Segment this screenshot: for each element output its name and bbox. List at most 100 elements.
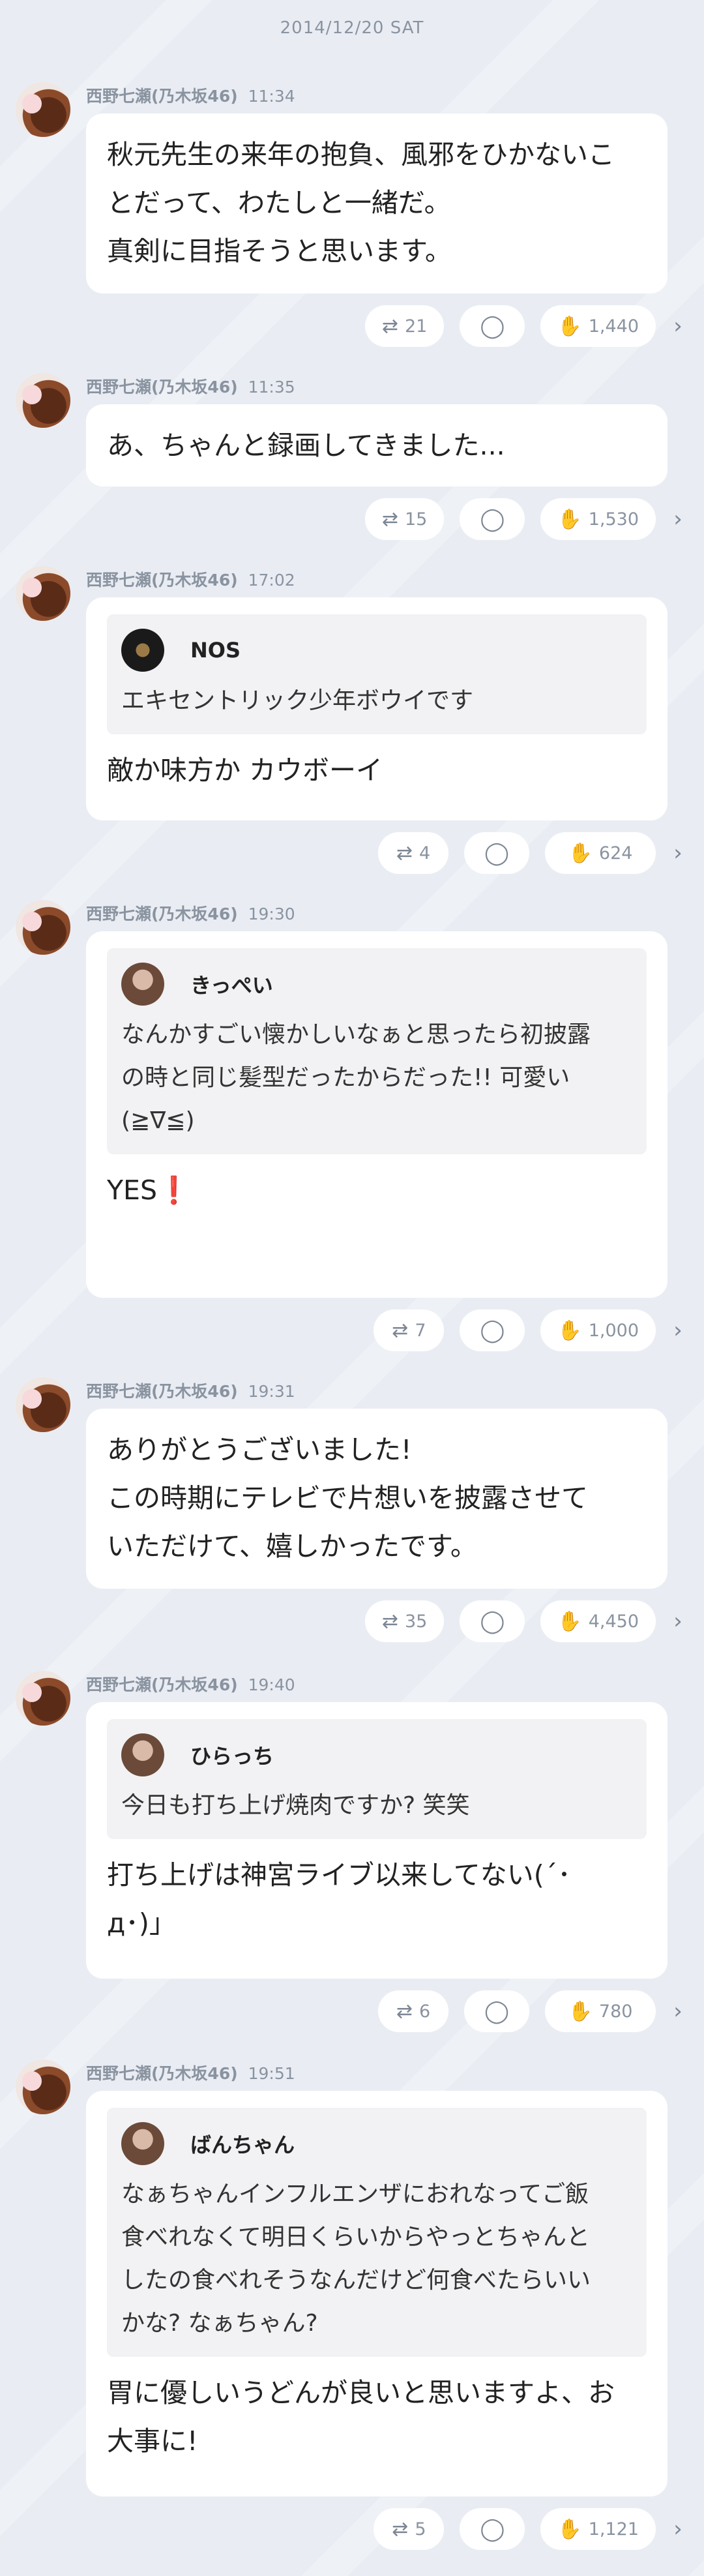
message-bubble[interactable]: きっぺい なんかすごい懐かしいなぁと思ったら初披露 の時と同じ髪型だったからだっ…: [86, 931, 667, 1298]
retweet-button[interactable]: ⇄ 7: [374, 1310, 445, 1351]
quoted-reply[interactable]: ばんちゃん なぁちゃんインフルエンザにおれなってご飯 食べれなくて明日くらいから…: [107, 2108, 647, 2357]
quote-author: ばんちゃん: [190, 2133, 295, 2157]
post-meta: 西野七瀬(乃木坂46) 17:02: [86, 567, 295, 591]
comment-button[interactable]: ◯: [460, 305, 525, 347]
retweet-button[interactable]: ⇄ 15: [364, 498, 445, 540]
retweet-button[interactable]: ⇄ 6: [378, 1990, 448, 2032]
retweet-icon: ⇄: [381, 1610, 398, 1633]
post-time: 11:35: [248, 378, 295, 397]
comment-button[interactable]: ◯: [464, 1990, 529, 2032]
avatar[interactable]: [16, 82, 70, 137]
post-time: 19:40: [248, 1675, 295, 1694]
post-time: 11:34: [248, 87, 295, 106]
message-text: 胃に優しいうどんが良いと思いますよ、お 大事に!: [107, 2377, 615, 2457]
retweet-count: 15: [404, 509, 428, 530]
quoted-reply[interactable]: きっぺい なんかすごい懐かしいなぁと思ったら初披露 の時と同じ髪型だったからだっ…: [107, 948, 647, 1154]
comment-bubble-icon: ◯: [480, 506, 505, 532]
quote-text: 今日も打ち上げ焼肉ですか? 笑笑: [121, 1792, 470, 1819]
chevron-right-icon[interactable]: ›: [671, 2516, 684, 2542]
quote-avatar: [121, 963, 164, 1006]
comment-button[interactable]: ◯: [460, 1310, 525, 1351]
post-meta: 西野七瀬(乃木坂46) 11:35: [86, 374, 295, 398]
quote-author: NOS: [190, 638, 241, 663]
action-bar: ⇄ 6 ◯ ✋ 780 ›: [378, 1989, 684, 2033]
clap-button[interactable]: ✋ 780: [545, 1990, 656, 2032]
clap-hand-icon: ✋: [557, 2517, 582, 2541]
action-bar: ⇄ 5 ◯ ✋ 1,121 ›: [374, 2507, 684, 2551]
message-bubble[interactable]: ひらっち 今日も打ち上げ焼肉ですか? 笑笑 打ち上げは神宮ライブ以来してない(´…: [86, 1702, 667, 1979]
retweet-button[interactable]: ⇄ 21: [364, 305, 445, 347]
comment-bubble-icon: ◯: [480, 1317, 505, 1343]
chevron-right-icon[interactable]: ›: [671, 1998, 684, 2024]
clap-button[interactable]: ✋ 1,000: [540, 1310, 656, 1351]
message-text: YES❗️: [107, 1175, 191, 1206]
clap-hand-icon: ✋: [568, 841, 593, 865]
chevron-right-icon[interactable]: ›: [671, 1317, 684, 1343]
clap-count: 1,530: [588, 509, 639, 530]
quote-avatar: [121, 1733, 164, 1776]
clap-button[interactable]: ✋ 1,121: [540, 2508, 656, 2550]
avatar[interactable]: [16, 900, 70, 955]
retweet-icon: ⇄: [392, 2517, 409, 2541]
clap-hand-icon: ✋: [557, 314, 582, 338]
quote-header: きっぺい: [121, 961, 632, 1007]
action-bar: ⇄ 21 ◯ ✋ 1,440 ›: [364, 304, 684, 348]
clap-hand-icon: ✋: [568, 1999, 593, 2023]
message-bubble[interactable]: ばんちゃん なぁちゃんインフルエンザにおれなってご飯 食べれなくて明日くらいから…: [86, 2091, 667, 2496]
retweet-icon: ⇄: [396, 1999, 413, 2023]
avatar[interactable]: [16, 1377, 70, 1432]
chevron-right-icon[interactable]: ›: [671, 840, 684, 866]
chevron-right-icon[interactable]: ›: [671, 506, 684, 532]
retweet-icon: ⇄: [396, 841, 413, 865]
clap-count: 624: [598, 843, 633, 863]
quote-author: ひらっち: [190, 1744, 274, 1769]
message-text: 秋元先生の来年の抱負、風邪をひかないこ とだって、わたしと一緒だ。 真剣に目指そ…: [107, 139, 615, 267]
post-meta: 西野七瀬(乃木坂46) 19:51: [86, 2061, 295, 2084]
avatar[interactable]: [16, 2059, 70, 2114]
retweet-icon: ⇄: [392, 1319, 409, 1342]
message-text: 敵か味方か カウボーイ: [107, 755, 383, 786]
retweet-count: 21: [404, 316, 428, 337]
retweet-button[interactable]: ⇄ 35: [364, 1600, 445, 1642]
avatar[interactable]: [16, 373, 70, 428]
post-meta: 西野七瀬(乃木坂46) 19:40: [86, 1672, 295, 1696]
action-bar: ⇄ 35 ◯ ✋ 4,450 ›: [364, 1599, 684, 1643]
quoted-reply[interactable]: NOS エキセントリック少年ボウイです: [107, 614, 647, 734]
retweet-button[interactable]: ⇄ 4: [378, 832, 448, 874]
clap-button[interactable]: ✋ 4,450: [540, 1600, 656, 1642]
comment-button[interactable]: ◯: [460, 498, 525, 540]
comment-button[interactable]: ◯: [460, 2508, 525, 2550]
quote-avatar: [121, 629, 164, 672]
comment-button[interactable]: ◯: [464, 832, 529, 874]
clap-button[interactable]: ✋ 1,530: [540, 498, 656, 540]
message-bubble[interactable]: あ、ちゃんと録画してきました...: [86, 404, 667, 487]
post-time: 19:31: [248, 1382, 295, 1401]
message-bubble[interactable]: NOS エキセントリック少年ボウイです 敵か味方か カウボーイ: [86, 597, 667, 820]
avatar[interactable]: [16, 1671, 70, 1726]
retweet-count: 6: [418, 2001, 431, 2022]
message-bubble[interactable]: 秋元先生の来年の抱負、風邪をひかないこ とだって、わたしと一緒だ。 真剣に目指そ…: [86, 113, 667, 293]
author-name: 西野七瀬(乃木坂46): [86, 571, 238, 590]
message-text: 打ち上げは神宮ライブ以来してない(´･ д･)」: [107, 1859, 571, 1939]
clap-button[interactable]: ✋ 1,440: [540, 305, 656, 347]
clap-count: 4,450: [588, 1611, 639, 1632]
clap-hand-icon: ✋: [557, 1610, 582, 1633]
chevron-right-icon[interactable]: ›: [671, 1608, 684, 1634]
quote-author: きっぺい: [190, 973, 273, 998]
comment-bubble-icon: ◯: [484, 1998, 510, 2024]
quote-header: ひらっち: [121, 1732, 632, 1778]
clap-button[interactable]: ✋ 624: [545, 832, 656, 874]
retweet-button[interactable]: ⇄ 5: [374, 2508, 445, 2550]
avatar[interactable]: [16, 566, 70, 621]
author-name: 西野七瀬(乃木坂46): [86, 1675, 238, 1694]
comment-bubble-icon: ◯: [480, 2516, 505, 2542]
quote-header: ばんちゃん: [121, 2121, 632, 2166]
quote-text: エキセントリック少年ボウイです: [121, 687, 474, 714]
comment-button[interactable]: ◯: [460, 1600, 525, 1642]
message-bubble[interactable]: ありがとうございました! この時期にテレビで片想いを披露させて いただけて、嬉し…: [86, 1409, 667, 1589]
quoted-reply[interactable]: ひらっち 今日も打ち上げ焼肉ですか? 笑笑: [107, 1719, 647, 1839]
retweet-count: 5: [415, 2519, 426, 2539]
message-text: あ、ちゃんと録画してきました...: [107, 430, 505, 461]
retweet-icon: ⇄: [381, 507, 398, 531]
chevron-right-icon[interactable]: ›: [671, 313, 684, 339]
